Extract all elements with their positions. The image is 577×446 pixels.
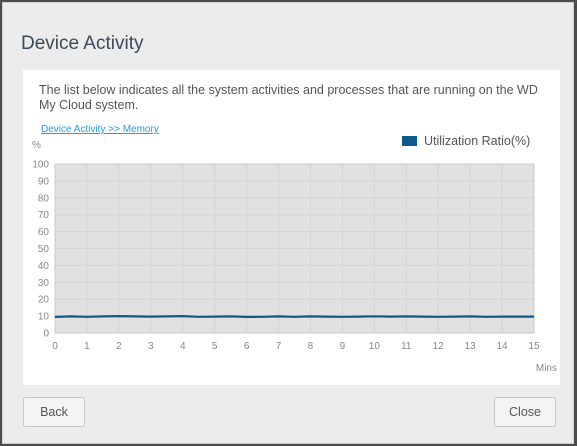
x-tick-label: 7	[276, 341, 282, 352]
device-activity-dialog: Device Activity The list below indicates…	[2, 2, 574, 444]
x-tick-label: 0	[52, 341, 58, 352]
x-tick-label: 14	[497, 341, 509, 352]
y-tick-label: 100	[32, 160, 49, 171]
y-tick-label: 40	[38, 261, 50, 272]
y-tick-label: 80	[38, 193, 50, 204]
y-tick-label: 60	[38, 227, 50, 238]
x-tick-label: 3	[148, 341, 154, 352]
x-tick-label: 4	[180, 341, 186, 352]
y-tick-label: 30	[38, 278, 50, 289]
y-tick-label: 10	[38, 312, 50, 323]
x-tick-label: 9	[340, 341, 346, 352]
x-tick-label: 5	[212, 341, 218, 352]
y-tick-label: 0	[43, 329, 49, 340]
x-tick-label: 2	[116, 341, 122, 352]
close-button[interactable]: Close	[494, 397, 556, 427]
series-line	[54, 315, 534, 318]
y-tick-label: 90	[38, 176, 50, 187]
x-tick-label: 12	[433, 341, 445, 352]
x-axis-label: Mins	[536, 363, 557, 374]
x-tick-label: 6	[244, 341, 250, 352]
x-tick-label: 11	[401, 341, 412, 352]
content-panel: The list below indicates all the system …	[23, 70, 560, 385]
x-tick-label: 8	[308, 341, 314, 352]
x-tick-label: 15	[528, 341, 540, 352]
x-tick-label: 13	[465, 341, 477, 352]
dialog-title: Device Activity	[21, 33, 144, 54]
y-tick-label: 20	[38, 295, 50, 306]
back-button[interactable]: Back	[23, 397, 85, 427]
y-tick-label: 70	[38, 210, 50, 221]
x-tick-label: 1	[84, 341, 90, 352]
x-tick-label: 10	[369, 341, 381, 352]
utilization-chart: 01020304050607080901000 1 2 3 4 5 6 7 8 9 10 11 12 13…	[32, 160, 557, 375]
y-tick-label: 50	[38, 244, 50, 255]
